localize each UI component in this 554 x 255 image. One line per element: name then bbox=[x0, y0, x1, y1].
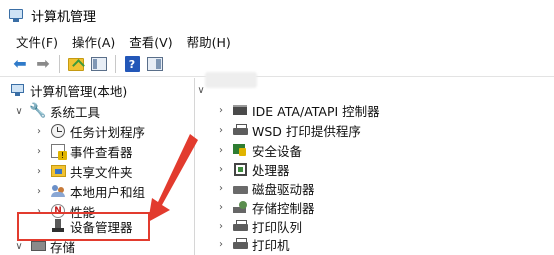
tree-item-system-tools[interactable]: ∨ 🔧 系统工具 bbox=[14, 101, 100, 121]
chevron-right-icon[interactable]: › bbox=[34, 126, 44, 137]
help-icon: ? bbox=[124, 56, 140, 72]
tools-icon: 🔧 bbox=[29, 103, 47, 119]
tree-item-label: 共享文件夹 bbox=[70, 164, 133, 180]
shared-folder-icon bbox=[50, 165, 66, 177]
menu-view[interactable]: 查看(V) bbox=[129, 32, 172, 51]
print-queue-icon bbox=[232, 220, 248, 232]
tree-item-storage[interactable]: ∨ 存储 bbox=[14, 236, 75, 255]
device-category[interactable]: › 处理器 bbox=[216, 159, 290, 179]
toolbar-separator bbox=[59, 55, 60, 73]
chevron-right-icon[interactable]: › bbox=[216, 202, 226, 213]
toolbar-separator bbox=[115, 55, 116, 73]
menu-help[interactable]: 帮助(H) bbox=[187, 32, 231, 51]
device-category[interactable]: › IDE ATA/ATAPI 控制器 bbox=[216, 100, 380, 120]
device-category[interactable]: › WSD 打印提供程序 bbox=[216, 120, 361, 140]
computer-management-icon bbox=[8, 7, 24, 23]
chevron-down-icon[interactable]: ∨ bbox=[14, 106, 24, 117]
annotation-arrow bbox=[148, 134, 198, 222]
chevron-right-icon[interactable]: › bbox=[216, 239, 226, 250]
window-title: 计算机管理 bbox=[31, 9, 97, 25]
tree-item-event-viewer[interactable]: › 事件查看器 bbox=[34, 141, 133, 161]
chevron-right-icon[interactable]: › bbox=[216, 125, 226, 136]
up-folder-icon bbox=[68, 57, 84, 71]
annotation-arrow-shape bbox=[148, 134, 198, 222]
tree-item-label: 本地用户和组 bbox=[70, 184, 146, 200]
chevron-right-icon[interactable]: › bbox=[216, 164, 226, 175]
up-one-level-button[interactable] bbox=[66, 54, 86, 74]
tree-item-label: 任务计划程序 bbox=[70, 124, 146, 140]
back-arrow-icon: ⬅ bbox=[13, 54, 27, 73]
device-category[interactable]: › 安全设备 bbox=[216, 140, 302, 160]
ide-controller-icon bbox=[233, 105, 247, 115]
printer-icon bbox=[232, 124, 248, 136]
chevron-right-icon[interactable]: › bbox=[34, 166, 44, 177]
storage-icon bbox=[30, 241, 46, 251]
device-category-label: WSD 打印提供程序 bbox=[252, 123, 361, 139]
chevron-right-icon[interactable]: › bbox=[216, 145, 226, 156]
tree-item-label: 计算机管理(本地) bbox=[30, 83, 128, 99]
event-log-icon bbox=[51, 144, 67, 160]
chevron-down-icon[interactable]: ∨ bbox=[196, 85, 206, 96]
chevron-right-icon[interactable]: › bbox=[216, 105, 226, 116]
chevron-down-icon[interactable]: ∨ bbox=[14, 241, 24, 252]
title-bar: 计算机管理 bbox=[0, 0, 554, 30]
forward-arrow-icon: ➡ bbox=[36, 54, 50, 73]
show-hide-action-pane-button[interactable] bbox=[145, 54, 165, 74]
device-category[interactable]: › 打印队列 bbox=[216, 216, 302, 236]
disk-drive-icon bbox=[232, 186, 248, 194]
chevron-right-icon[interactable]: › bbox=[34, 186, 44, 197]
chevron-right-icon[interactable]: › bbox=[216, 221, 226, 232]
device-category-label: 安全设备 bbox=[252, 143, 303, 159]
chevron-right-icon[interactable]: › bbox=[216, 183, 226, 194]
device-category-label: 存储控制器 bbox=[252, 200, 315, 216]
menu-bar: 文件(F) 操作(A) 查看(V) 帮助(H) bbox=[0, 30, 554, 52]
tree-item-label: 事件查看器 bbox=[70, 144, 133, 160]
device-category-label: 处理器 bbox=[252, 162, 290, 178]
back-button[interactable]: ⬅ bbox=[10, 54, 30, 74]
device-category[interactable]: › 磁盘驱动器 bbox=[216, 178, 315, 198]
printer-icon bbox=[232, 238, 248, 250]
storage-controller-icon bbox=[232, 200, 248, 214]
menu-file[interactable]: 文件(F) bbox=[16, 32, 58, 51]
show-hide-tree-button[interactable] bbox=[89, 54, 109, 74]
processor-icon bbox=[233, 162, 247, 176]
help-button[interactable]: ? bbox=[122, 54, 142, 74]
device-category-label: 打印机 bbox=[252, 237, 290, 253]
tree-item-label: 存储 bbox=[50, 239, 76, 255]
device-category-label: 磁盘驱动器 bbox=[252, 181, 315, 197]
tree-item-local-users[interactable]: › 本地用户和组 bbox=[34, 181, 145, 201]
users-icon bbox=[50, 184, 66, 198]
show-hide-action-pane-icon bbox=[147, 57, 163, 71]
toolbar: ⬅ ➡ ? bbox=[0, 52, 554, 77]
device-category[interactable]: › 存储控制器 bbox=[216, 197, 315, 217]
show-hide-tree-icon bbox=[91, 57, 107, 71]
tree-item-task-scheduler[interactable]: › 任务计划程序 bbox=[34, 121, 145, 141]
menu-action[interactable]: 操作(A) bbox=[72, 32, 115, 51]
tree-item-label: 系统工具 bbox=[50, 104, 101, 120]
tree-item-shared-folders[interactable]: › 共享文件夹 bbox=[34, 161, 133, 181]
chevron-right-icon[interactable]: › bbox=[34, 146, 44, 157]
tree-item-root[interactable]: 计算机管理(本地) bbox=[10, 80, 127, 100]
device-category-label: 打印队列 bbox=[252, 219, 303, 235]
device-root-collapse[interactable]: ∨ bbox=[196, 80, 206, 100]
device-category[interactable]: › 打印机 bbox=[216, 234, 290, 254]
security-device-icon bbox=[233, 143, 247, 157]
clock-icon bbox=[51, 124, 65, 138]
forward-button[interactable]: ➡ bbox=[33, 54, 53, 74]
computer-management-icon bbox=[10, 82, 26, 98]
device-category-label: IDE ATA/ATAPI 控制器 bbox=[252, 103, 380, 119]
